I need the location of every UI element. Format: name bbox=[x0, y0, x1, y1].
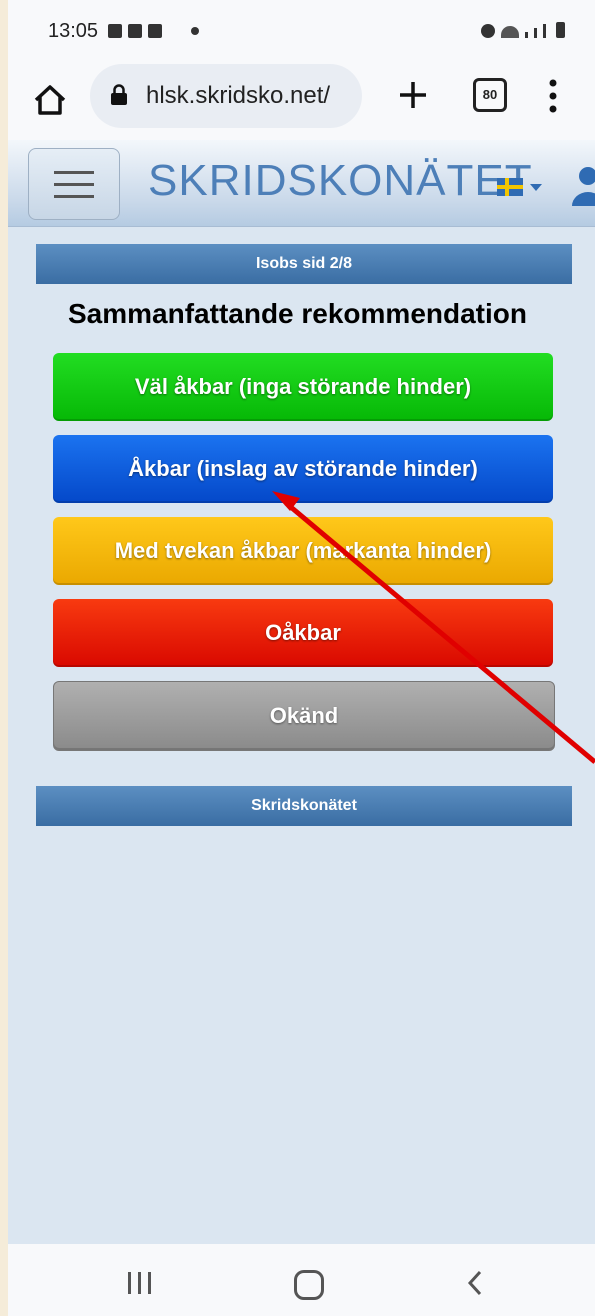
hamburger-menu-button[interactable] bbox=[28, 148, 120, 220]
option-okand-button[interactable]: Okänd bbox=[53, 681, 555, 751]
footer-bar: Skridskonätet bbox=[36, 786, 572, 826]
system-nav-bar bbox=[8, 1244, 595, 1316]
option-val-akbar-button[interactable]: Väl åkbar (inga störande hinder) bbox=[53, 353, 553, 421]
page-title: Sammanfattande rekommendation bbox=[68, 298, 527, 329]
new-tab-icon[interactable] bbox=[396, 78, 430, 112]
home-nav-icon[interactable] bbox=[294, 1270, 324, 1300]
address-bar[interactable]: hlsk.skridsko.net/ bbox=[90, 64, 362, 128]
battery-icon bbox=[556, 22, 565, 38]
browser-toolbar: hlsk.skridsko.net/ 80 bbox=[8, 62, 595, 141]
option-med-tvekan-button[interactable]: Med tvekan åkbar (markanta hinder) bbox=[53, 517, 553, 585]
notification-icons bbox=[108, 24, 162, 38]
site-logo[interactable]: SKRIDSKONÄTET bbox=[148, 156, 533, 206]
lock-icon bbox=[111, 84, 127, 105]
phone-screen: 13:05 hlsk.skridsko.net/ 80 SKRIDSKONÄTE… bbox=[8, 0, 595, 1316]
system-status-icons bbox=[481, 22, 565, 38]
option-oakbar-button[interactable]: Oåkbar bbox=[53, 599, 553, 667]
notification-dot-icon bbox=[191, 27, 199, 35]
alarm-icon bbox=[481, 24, 495, 38]
swedish-flag-icon[interactable] bbox=[497, 178, 523, 196]
option-akbar-button[interactable]: Åkbar (inslag av störande hinder) bbox=[53, 435, 553, 503]
site-header: SKRIDSKONÄTET bbox=[8, 140, 595, 227]
user-icon[interactable] bbox=[568, 162, 595, 212]
language-dropdown-icon[interactable] bbox=[530, 184, 542, 191]
back-icon[interactable] bbox=[464, 1268, 488, 1298]
status-bar: 13:05 bbox=[8, 0, 595, 62]
wifi-icon bbox=[501, 26, 519, 38]
more-menu-icon[interactable] bbox=[548, 78, 558, 114]
recents-icon[interactable] bbox=[128, 1272, 158, 1294]
tab-switcher-button[interactable]: 80 bbox=[473, 78, 507, 112]
page-indicator-bar: Isobs sid 2/8 bbox=[36, 244, 572, 284]
url-text: hlsk.skridsko.net/ bbox=[146, 82, 331, 109]
home-icon[interactable] bbox=[30, 80, 70, 120]
status-time: 13:05 bbox=[48, 20, 99, 42]
signal-icon bbox=[525, 32, 528, 38]
